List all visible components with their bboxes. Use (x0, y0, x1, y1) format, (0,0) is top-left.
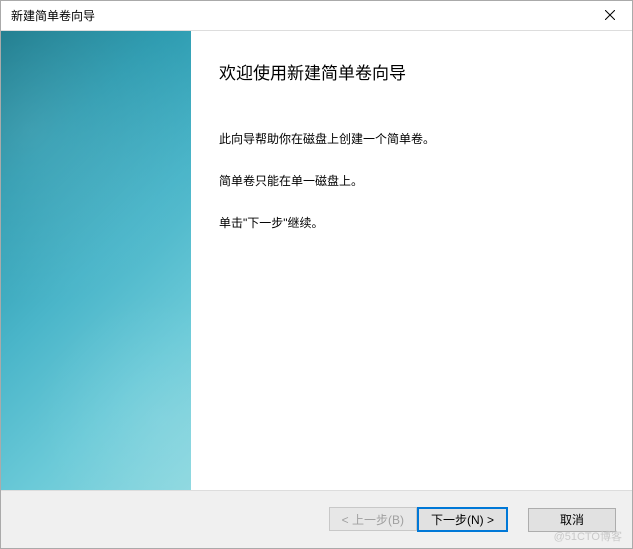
wizard-content: 欢迎使用新建简单卷向导 此向导帮助你在磁盘上创建一个简单卷。 简单卷只能在单一磁… (191, 31, 632, 490)
page-text-1: 此向导帮助你在磁盘上创建一个简单卷。 (219, 130, 602, 148)
wizard-window: 新建简单卷向导 欢迎使用新建简单卷向导 此向导帮助你在磁盘上创建一个简单卷。 简… (0, 0, 633, 549)
wizard-body: 欢迎使用新建简单卷向导 此向导帮助你在磁盘上创建一个简单卷。 简单卷只能在单一磁… (1, 31, 632, 490)
close-icon (605, 9, 615, 23)
wizard-side-graphic (1, 31, 191, 490)
page-text-2: 简单卷只能在单一磁盘上。 (219, 172, 602, 190)
back-button: < 上一步(B) (329, 507, 417, 531)
window-title: 新建简单卷向导 (1, 7, 95, 24)
cancel-button[interactable]: 取消 (528, 508, 616, 532)
page-text-3: 单击"下一步"继续。 (219, 214, 602, 232)
next-button[interactable]: 下一步(N) > (417, 507, 508, 532)
page-heading: 欢迎使用新建简单卷向导 (219, 59, 602, 84)
nav-button-pair: < 上一步(B) 下一步(N) > (329, 507, 508, 532)
titlebar: 新建简单卷向导 (1, 1, 632, 31)
close-button[interactable] (587, 1, 632, 31)
wizard-footer: < 上一步(B) 下一步(N) > 取消 @51CTO博客 (1, 490, 632, 548)
